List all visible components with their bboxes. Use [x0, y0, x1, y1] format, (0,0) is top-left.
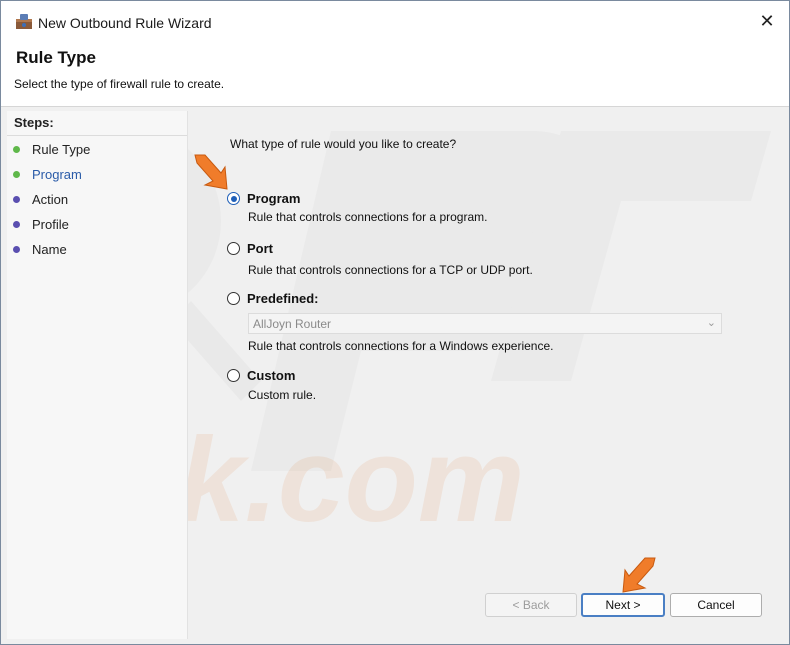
radio-port[interactable]: Port — [227, 241, 273, 256]
step-action: Action — [13, 192, 68, 207]
annotation-arrow-icon — [194, 154, 228, 190]
radio-label[interactable]: Port — [247, 241, 273, 256]
radio-custom[interactable]: Custom — [227, 368, 295, 383]
step-label: Name — [32, 242, 67, 257]
title-bar: New Outbound Rule Wizard ✕ — [1, 1, 789, 41]
wizard-header: Rule Type Select the type of firewall ru… — [1, 41, 789, 107]
radio-unchecked-icon[interactable] — [227, 292, 240, 305]
predefined-select[interactable]: AllJoyn Router ⌄ — [248, 313, 722, 334]
step-rule-type: Rule Type — [13, 142, 90, 157]
window-title: New Outbound Rule Wizard — [38, 15, 212, 31]
next-button[interactable]: Next > — [581, 593, 665, 617]
radio-predefined[interactable]: Predefined: — [227, 291, 319, 306]
step-pending-icon — [13, 221, 20, 228]
close-button[interactable]: ✕ — [753, 7, 781, 35]
step-label: Profile — [32, 217, 69, 232]
radio-unchecked-icon[interactable] — [227, 369, 240, 382]
step-pending-icon — [13, 196, 20, 203]
steps-panel: Steps: Rule Type Program Action Profile … — [7, 111, 188, 639]
select-value: AllJoyn Router — [253, 317, 332, 331]
back-button[interactable]: < Back — [485, 593, 577, 617]
radio-program[interactable]: Program — [227, 191, 300, 206]
step-label: Action — [32, 192, 69, 207]
firewall-wizard-icon — [16, 14, 32, 29]
step-label: Rule Type — [32, 142, 91, 157]
step-profile: Profile — [13, 217, 69, 232]
radio-label[interactable]: Program — [247, 191, 300, 206]
page-subtitle: Select the type of firewall rule to crea… — [14, 77, 225, 91]
radio-unchecked-icon[interactable] — [227, 242, 240, 255]
steps-heading: Steps: — [14, 115, 54, 130]
option-description: Custom rule. — [248, 388, 317, 402]
option-description: Rule that controls connections for a pro… — [248, 210, 488, 224]
radio-checked-icon[interactable] — [227, 192, 240, 205]
step-current-icon — [13, 171, 20, 178]
step-label: Program — [32, 167, 82, 182]
radio-label[interactable]: Custom — [247, 368, 295, 383]
cancel-button[interactable]: Cancel — [670, 593, 762, 617]
option-description: Rule that controls connections for a TCP… — [248, 263, 533, 277]
page-title: Rule Type — [16, 48, 96, 67]
wizard-window: risk.com New Outbound Rule Wizard ✕ Rule… — [0, 0, 790, 645]
rule-type-question: What type of rule would you like to crea… — [230, 137, 457, 151]
steps-divider — [7, 135, 187, 136]
step-done-icon — [13, 146, 20, 153]
annotation-arrow-icon — [622, 557, 656, 593]
option-description: Rule that controls connections for a Win… — [248, 339, 554, 353]
close-icon: ✕ — [759, 10, 775, 31]
step-name: Name — [13, 242, 67, 257]
step-pending-icon — [13, 246, 20, 253]
chevron-down-icon: ⌄ — [706, 317, 716, 329]
radio-label[interactable]: Predefined: — [247, 291, 319, 306]
step-program: Program — [13, 167, 82, 182]
